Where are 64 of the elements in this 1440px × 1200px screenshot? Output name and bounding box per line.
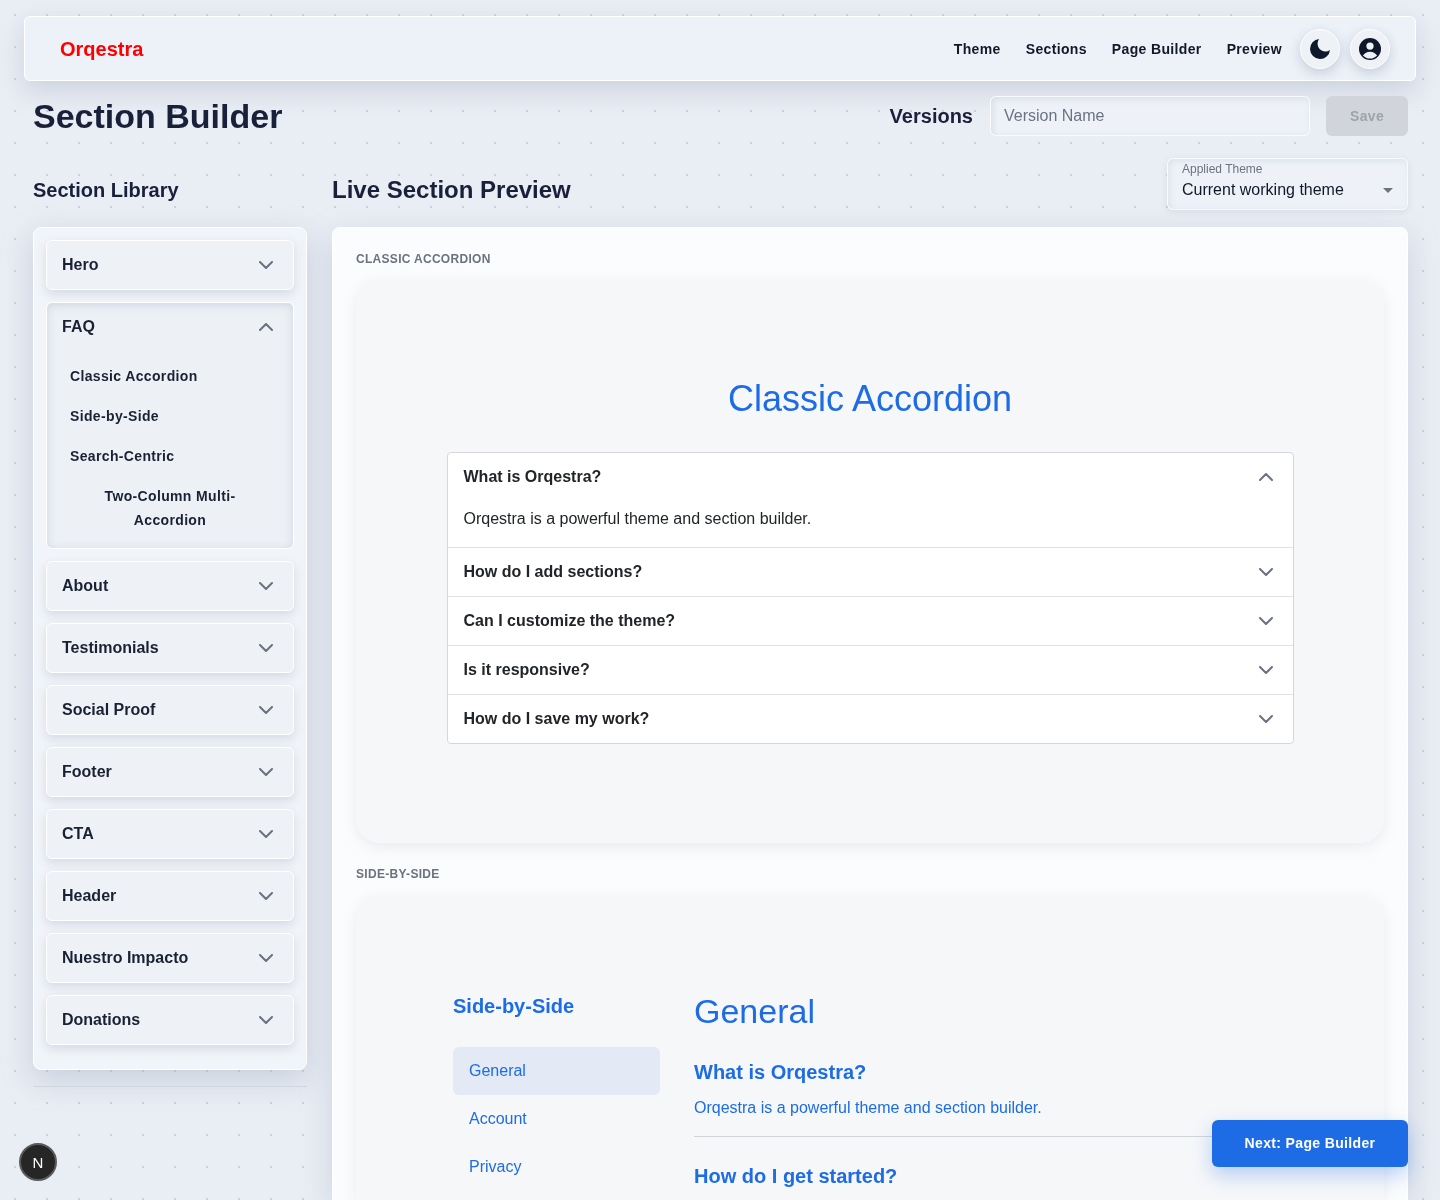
- section-category[interactable]: Header: [46, 871, 294, 921]
- page-title: Section Builder: [33, 96, 283, 136]
- faq-category-tab[interactable]: General: [453, 1047, 660, 1095]
- version-name-input[interactable]: Version Name: [990, 96, 1310, 136]
- account-button[interactable]: [1350, 28, 1390, 69]
- chevron-down-icon: [1258, 568, 1273, 576]
- section-caption: SIDE-BY-SIDE: [356, 866, 441, 882]
- section-heading: Section Library: [33, 178, 180, 203]
- faq-nav-title: Side-by-Side: [453, 994, 576, 1019]
- faq-group-heading: General: [694, 991, 816, 1032]
- theme-toggle-button[interactable]: [1300, 28, 1340, 69]
- chevron-up-icon: [1258, 473, 1273, 481]
- section-category[interactable]: Social Proof: [46, 685, 294, 735]
- accordion-question[interactable]: Is it responsive?: [447, 646, 1293, 694]
- next-step-button[interactable]: Next: Page Builder: [1212, 1120, 1408, 1167]
- faq-question: What is Orqestra?: [694, 1060, 868, 1085]
- dev-tools-badge[interactable]: N: [19, 1143, 57, 1181]
- accordion-question[interactable]: How do I save my work?: [447, 695, 1293, 743]
- chevron-down-icon: [1258, 666, 1273, 674]
- section-category[interactable]: Hero: [46, 240, 294, 290]
- accordion-answer: Orqestra is a powerful theme and section builder.: [462, 509, 813, 529]
- section-variant[interactable]: Search-Centric: [70, 436, 175, 476]
- nav-link[interactable]: Preview: [1226, 38, 1282, 59]
- section-category[interactable]: CTA: [46, 809, 294, 859]
- faq-category-tab[interactable]: Account: [453, 1095, 660, 1143]
- chevron-down-icon: [259, 261, 273, 269]
- chevron-down-icon: [259, 582, 273, 590]
- section-variant[interactable]: Classic Accordion: [70, 356, 198, 396]
- chevron-down-icon: [259, 1016, 273, 1024]
- faq-category-tab[interactable]: Privacy: [453, 1143, 660, 1191]
- chevron-down-icon: [1258, 715, 1273, 723]
- section-heading: Live Section Preview: [332, 175, 571, 205]
- theme-select[interactable]: Applied Theme Current working theme: [1167, 158, 1408, 210]
- section-category[interactable]: FAQ: [47, 303, 293, 351]
- chevron-down-icon: [259, 892, 273, 900]
- brand-logo[interactable]: Orqestra: [60, 36, 144, 61]
- chevron-down-icon: [259, 768, 273, 776]
- section-category[interactable]: Testimonials: [46, 623, 294, 673]
- section-category[interactable]: Footer: [46, 747, 294, 797]
- caret-down-icon: [1383, 187, 1393, 193]
- accordion-question[interactable]: Can I customize the theme?: [447, 597, 1293, 645]
- section-caption: CLASSIC ACCORDION: [356, 251, 492, 267]
- accordion-question[interactable]: How do I add sections?: [447, 548, 1293, 596]
- faq-question: How do I get started?: [694, 1164, 899, 1189]
- chevron-up-icon: [259, 323, 273, 331]
- nav-link[interactable]: Page Builder: [1111, 38, 1202, 59]
- accordion-question[interactable]: What is Orqestra?: [447, 453, 1293, 501]
- section-category[interactable]: About: [46, 561, 294, 611]
- section-title: Classic Accordion: [726, 377, 1014, 421]
- chevron-down-icon: [259, 706, 273, 714]
- chevron-down-icon: [1258, 617, 1273, 625]
- chevron-down-icon: [259, 644, 273, 652]
- moon-icon: [1310, 38, 1330, 59]
- section-category[interactable]: Donations: [46, 995, 294, 1045]
- nav-link[interactable]: Theme: [953, 38, 1001, 59]
- faq-answer: Orqestra is a powerful theme and section builder.: [694, 1098, 1043, 1118]
- nav-link[interactable]: Sections: [1025, 38, 1087, 59]
- chevron-down-icon: [259, 830, 273, 838]
- versions-label: Versions: [889, 104, 973, 129]
- section-variant[interactable]: Side-by-Side: [70, 396, 159, 436]
- section-variant[interactable]: Two-Column Multi-Accordion: [70, 476, 270, 540]
- section-category[interactable]: Nuestro Impacto: [46, 933, 294, 983]
- user-avatar-icon: [1359, 37, 1381, 60]
- chevron-down-icon: [259, 954, 273, 962]
